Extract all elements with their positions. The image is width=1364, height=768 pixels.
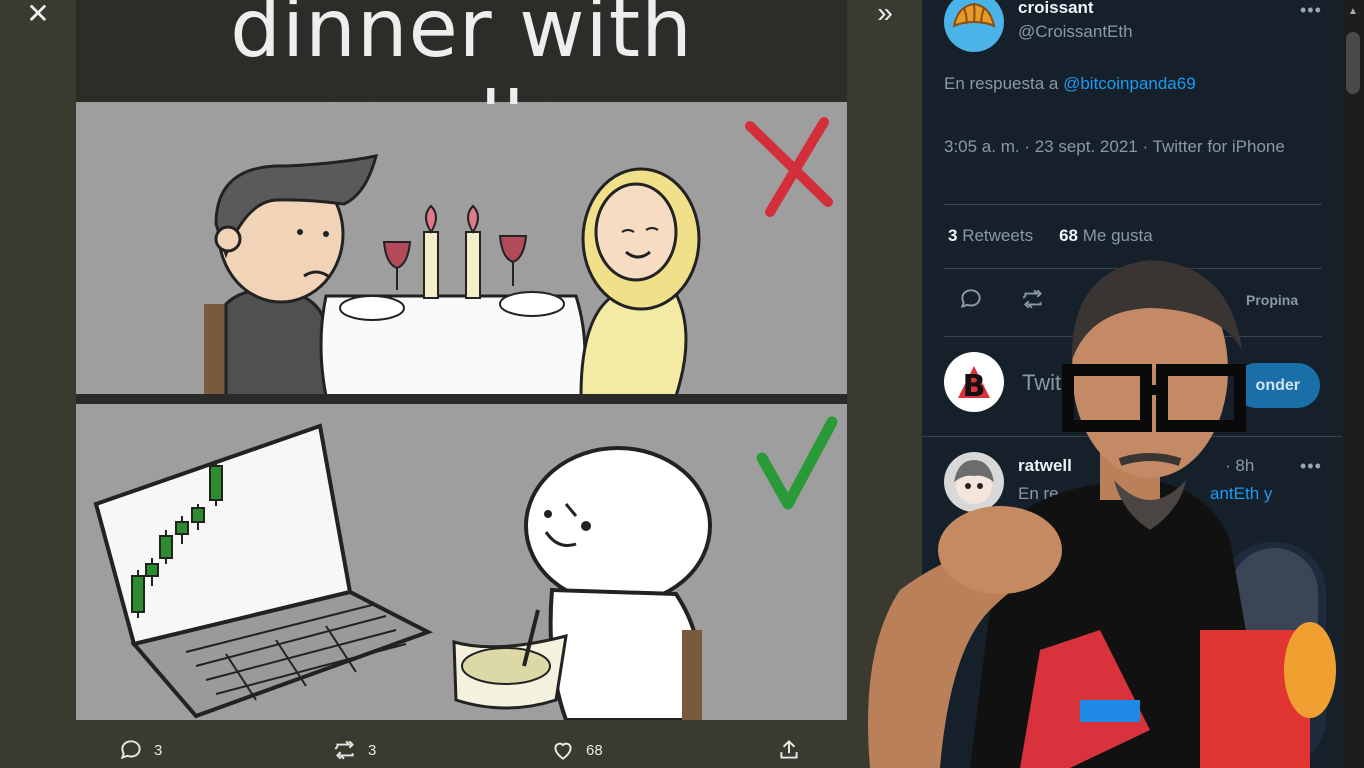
likes-count: 68 (1059, 226, 1078, 245)
reply-count: 3 (154, 741, 163, 759)
likes-stat[interactable]: 68 Me gusta (1059, 226, 1153, 246)
retweets-label: Retweets (962, 226, 1034, 245)
reply-time[interactable]: · 8h (1225, 456, 1254, 476)
croissant-icon (952, 2, 996, 28)
retweets-stat[interactable]: 3 Retweets (948, 226, 1033, 246)
bitcoin-icon: B (958, 366, 990, 404)
retweet-icon (334, 740, 354, 760)
tweet-detail-panel: croissant @CroissantEth ••• En respuesta… (922, 0, 1342, 768)
tweet-stats: 3 Retweets 68 Me gusta (948, 226, 1153, 246)
meme-panel-divider (76, 394, 847, 404)
expand-icon[interactable]: » (868, 0, 902, 30)
more-icon[interactable]: ••• (1300, 456, 1322, 477)
reply-submit-button[interactable]: onder (1234, 363, 1320, 408)
retweet-button[interactable] (1020, 286, 1046, 317)
close-icon[interactable]: ✕ (22, 0, 54, 30)
meme-panel-dinner (76, 104, 847, 398)
scroll-up-icon[interactable]: ▲ (1348, 6, 1358, 17)
reply-context: En respuesta a @bitcoinpanda69 (944, 74, 1196, 94)
reply-prefix: En respuesta a (944, 74, 1064, 93)
reply-icon (120, 740, 141, 760)
reply-mention-link[interactable]: antEth y (1210, 484, 1272, 504)
more-icon[interactable]: ••• (1300, 0, 1322, 21)
reply-author-name[interactable]: ratwell (1018, 456, 1072, 476)
divider (944, 268, 1322, 269)
media-viewer: ✕ » dinner with candles (0, 0, 922, 768)
divider (944, 204, 1322, 205)
tweet-timestamp[interactable]: 3:05 a. m. · 23 sept. 2021 · Twitter for… (944, 134, 1314, 159)
retweets-count: 3 (948, 226, 958, 245)
dinner-illustration (204, 117, 833, 398)
likes-label: Me gusta (1082, 226, 1153, 245)
screen: ✕ » dinner with candles (0, 0, 1364, 768)
reply-button[interactable]: 3 (118, 736, 162, 764)
like-button[interactable]: 68 (550, 736, 603, 764)
tweet-action-bar: 3 3 68 (0, 730, 922, 768)
like-count: 68 (586, 741, 603, 759)
reply-context: En re (1018, 484, 1059, 503)
like-icon (554, 742, 572, 760)
reply-button[interactable] (958, 286, 984, 317)
reply-input[interactable]: Twit (1022, 370, 1061, 396)
author-name[interactable]: croissant (1018, 0, 1094, 18)
author-avatar[interactable] (944, 0, 1004, 52)
retweet-icon (1022, 289, 1042, 309)
meme-panel-trading (76, 404, 847, 722)
divider (944, 336, 1322, 337)
share-button[interactable] (776, 736, 802, 764)
divider (922, 436, 1342, 437)
reply-avatar[interactable] (944, 452, 1004, 512)
retweet-count: 3 (368, 741, 377, 759)
scrollbar[interactable]: ▲ (1342, 0, 1364, 768)
author-handle[interactable]: @CroissantEth (1018, 22, 1133, 42)
scrollbar-thumb[interactable] (1346, 32, 1360, 94)
tip-button[interactable]: Propina (1246, 292, 1298, 308)
retweet-button[interactable]: 3 (332, 736, 376, 764)
user-avatar: B (944, 352, 1004, 412)
trading-illustration (93, 416, 838, 722)
reply-icon (960, 289, 981, 309)
meme-image: dinner with candles (76, 0, 847, 722)
share-icon (780, 739, 798, 759)
reply-to-link[interactable]: @bitcoinpanda69 (1063, 74, 1196, 93)
anime-avatar-icon (954, 460, 994, 504)
svg-text:B: B (963, 369, 986, 404)
